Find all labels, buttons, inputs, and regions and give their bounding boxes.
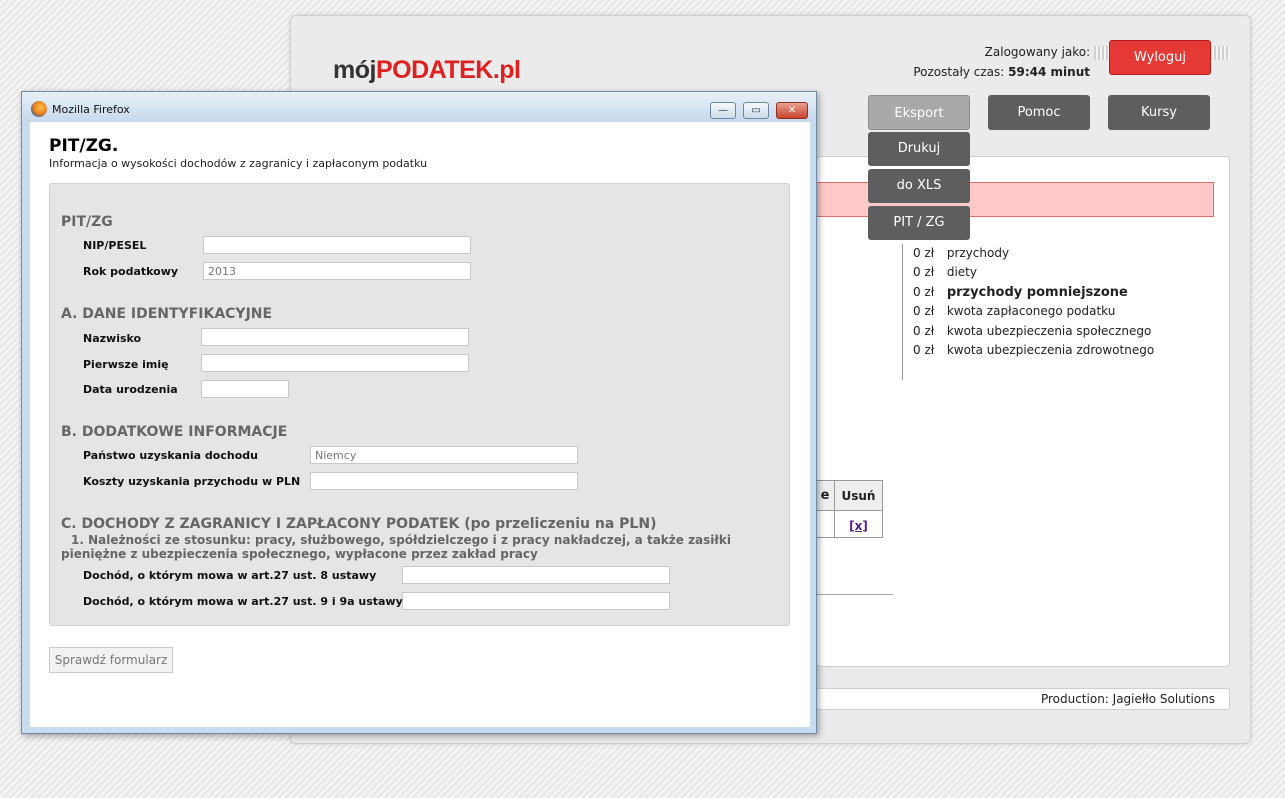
popup-content: PIT/ZG. Informacja o wysokości dochodów … bbox=[30, 122, 810, 727]
summary-label: kwota ubezpieczenia zdrowotnego bbox=[946, 343, 1155, 358]
entries-table: e Usuń [x] bbox=[816, 480, 883, 538]
logged-in-row: Zalogowany jako: bbox=[913, 42, 1230, 62]
delete-cell: [x] bbox=[835, 511, 882, 537]
summary-label: kwota zapłaconego podatku bbox=[946, 304, 1116, 319]
summary-row: 0 zł kwota zapłaconego podatku bbox=[913, 302, 1162, 321]
delete-link[interactable]: [x] bbox=[849, 519, 868, 533]
logout-button[interactable]: Wyloguj bbox=[1109, 40, 1211, 75]
birth-date-input[interactable] bbox=[201, 380, 289, 398]
summary-row: 0 zł kwota ubezpieczenia zdrowotnego bbox=[913, 341, 1162, 360]
firefox-popup-window: Mozilla Firefox — ▭ ✕ PIT/ZG. Informacja… bbox=[21, 91, 817, 734]
partial-column-header: e bbox=[816, 481, 835, 510]
table-cell bbox=[816, 511, 835, 537]
summary-label: przychody pomniejszone bbox=[946, 284, 1128, 300]
section-c-note: 1. Należności ze stosunku: pracy, służbo… bbox=[61, 533, 761, 561]
section-c-heading: C. DOCHODY Z ZAGRANICY I ZAPŁACONY PODAT… bbox=[61, 516, 657, 532]
summary-amount: 0 zł bbox=[913, 323, 935, 338]
section-a-heading: A. DANE IDENTYFIKACYJNE bbox=[61, 306, 273, 322]
first-name-label: Pierwsze imię bbox=[83, 358, 169, 371]
section-b-heading: B. DODATKOWE INFORMACJE bbox=[61, 424, 288, 440]
time-label: Pozostały czas: bbox=[913, 65, 1005, 79]
summary-amount: 0 zł bbox=[913, 343, 935, 358]
logged-in-label: Zalogowany jako: bbox=[984, 45, 1091, 59]
export-pitzg-item[interactable]: PIT / ZG bbox=[868, 206, 970, 240]
summary-amount: 0 zł bbox=[913, 304, 935, 319]
page-title: PIT/ZG. bbox=[49, 136, 119, 156]
divider bbox=[816, 594, 893, 595]
section-c-note-text: 1. Należności ze stosunku: pracy, służbo… bbox=[61, 533, 731, 561]
costs-label: Koszty uzyskania przychodu w PLN bbox=[83, 475, 301, 488]
pitzg-form: PIT/ZG NIP/PESEL Rok podatkowy A. DANE I… bbox=[49, 183, 790, 626]
window-titlebar[interactable]: Mozilla Firefox — ▭ ✕ bbox=[22, 92, 816, 122]
summary-label: przychody bbox=[946, 246, 1010, 260]
help-button[interactable]: Pomoc bbox=[988, 95, 1090, 130]
summary-amount: 0 zł bbox=[913, 246, 935, 260]
delete-column-header: Usuń bbox=[841, 489, 876, 503]
summary-row: 0 zł kwota ubezpieczenia społecznego bbox=[913, 322, 1162, 341]
table-header: e Usuń bbox=[816, 481, 882, 511]
first-name-input[interactable] bbox=[201, 354, 469, 372]
courses-button[interactable]: Kursy bbox=[1108, 95, 1210, 130]
tax-year-label: Rok podatkowy bbox=[83, 265, 179, 278]
minimize-button[interactable]: — bbox=[710, 102, 736, 119]
summary-row: 0 zł diety bbox=[913, 263, 1162, 282]
surname-input[interactable] bbox=[201, 328, 469, 346]
income-art27-8-input[interactable] bbox=[402, 566, 670, 584]
surname-label: Nazwisko bbox=[83, 332, 142, 345]
export-print-item[interactable]: Drukuj bbox=[868, 132, 970, 166]
summary-row: 0 zł przychody pomniejszone bbox=[913, 283, 1162, 302]
nip-label: NIP/PESEL bbox=[83, 239, 147, 252]
time-value: 59:44 minut bbox=[1008, 65, 1090, 79]
table-row: [x] bbox=[816, 511, 882, 537]
birth-date-label: Data urodzenia bbox=[83, 383, 178, 396]
income-art27-9-input[interactable] bbox=[402, 592, 670, 610]
firefox-icon bbox=[31, 101, 47, 117]
export-xls-item[interactable]: do XLS bbox=[868, 169, 970, 203]
maximize-button[interactable]: ▭ bbox=[743, 102, 769, 119]
page-subtitle: Informacja o wysokości dochodów z zagran… bbox=[49, 157, 428, 170]
tax-year-input[interactable] bbox=[203, 262, 471, 280]
check-form-button[interactable]: Sprawdź formularz bbox=[49, 647, 173, 673]
summary-row: 0 zł przychody bbox=[913, 244, 1162, 263]
country-label: Państwo uzyskania dochodu bbox=[83, 449, 258, 462]
app-logo[interactable]: mójPODATEK.pl bbox=[333, 56, 521, 85]
income-art27-9-label: Dochód, o którym mowa w art.27 ust. 9 i … bbox=[83, 595, 403, 608]
summary-amount: 0 zł bbox=[913, 284, 935, 299]
logo-part-podatek: PODATEK.pl bbox=[375, 56, 521, 84]
close-button[interactable]: ✕ bbox=[776, 102, 808, 119]
export-button[interactable]: Eksport bbox=[868, 95, 970, 130]
country-input[interactable] bbox=[310, 446, 578, 464]
logo-part-moj: mój bbox=[333, 56, 376, 84]
session-info: Zalogowany jako: Pozostały czas: 59:44 m… bbox=[913, 42, 1230, 82]
nip-input[interactable] bbox=[203, 236, 471, 254]
summary-list: 0 zł przychody 0 zł diety 0 zł przychody… bbox=[902, 244, 1162, 380]
footer: Production: Jagiełło Solutions bbox=[816, 688, 1230, 710]
window-title: Mozilla Firefox bbox=[52, 103, 130, 116]
summary-amount: 0 zł bbox=[913, 265, 935, 280]
summary-label: kwota ubezpieczenia społecznego bbox=[946, 323, 1152, 338]
summary-label: diety bbox=[946, 265, 977, 280]
costs-input[interactable] bbox=[310, 472, 578, 490]
section-pitzg-heading: PIT/ZG bbox=[61, 214, 113, 230]
income-art27-8-label: Dochód, o którym mowa w art.27 ust. 8 us… bbox=[83, 569, 377, 582]
time-row: Pozostały czas: 59:44 minut bbox=[913, 62, 1090, 82]
